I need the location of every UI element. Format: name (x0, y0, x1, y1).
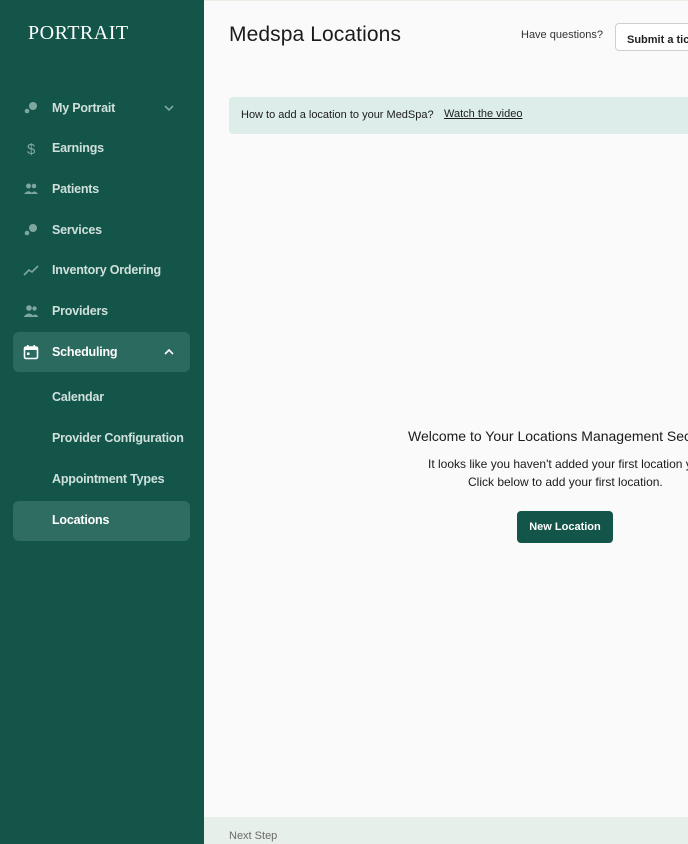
sidebar-item-label: Earnings (52, 141, 104, 155)
people-icon (23, 181, 39, 197)
chevron-up-icon[interactable] (162, 345, 176, 359)
empty-state-heading: Welcome to Your Locations Management Sec… (408, 428, 688, 444)
dollar-icon: $ (23, 140, 39, 156)
sidebar-item-inventory-ordering[interactable]: Inventory Ordering (13, 250, 190, 290)
sidebar: PORTRAIT My Portrait $ Earnings Patients… (0, 0, 204, 844)
new-location-button[interactable]: New Location (517, 511, 613, 543)
sidebar-item-label: Scheduling (52, 345, 118, 359)
molecule-icon (23, 100, 39, 116)
sidebar-item-label: Patients (52, 182, 100, 196)
video-banner: How to add a location to your MedSpa? Wa… (229, 97, 688, 134)
sidebar-item-my-portrait[interactable]: My Portrait (13, 88, 190, 128)
sidebar-subitem-calendar[interactable]: Calendar (13, 378, 190, 418)
empty-state-submessage: Click below to add your first location. (468, 475, 663, 489)
watch-video-link[interactable]: Watch the video (444, 108, 522, 120)
molecule-icon (23, 222, 39, 238)
main-content: Medspa Locations Have questions? Submit … (204, 0, 688, 844)
sidebar-item-label: Services (52, 223, 102, 237)
sidebar-item-label: My Portrait (52, 101, 116, 115)
trend-icon (23, 262, 39, 278)
sidebar-subitem-locations[interactable]: Locations (13, 501, 190, 541)
sidebar-item-services[interactable]: Services (13, 210, 190, 250)
submit-ticket-button[interactable]: Submit a ticket (615, 23, 688, 51)
chevron-down-icon[interactable] (162, 101, 176, 115)
sidebar-subitem-label: Appointment Types (52, 472, 165, 486)
brand-logo[interactable]: PORTRAIT (28, 22, 129, 45)
sidebar-item-label: Providers (52, 304, 108, 318)
banner-text: How to add a location to your MedSpa? (241, 109, 434, 121)
sidebar-item-scheduling[interactable]: Scheduling (13, 332, 190, 372)
sidebar-subitem-label: Calendar (52, 390, 104, 404)
next-step-label[interactable]: Next Step (229, 830, 277, 842)
svg-text:$: $ (27, 141, 36, 156)
footer-bar: Next Step (204, 817, 688, 844)
sidebar-subitem-appointment-types[interactable]: Appointment Types (13, 460, 190, 500)
calendar-icon (23, 344, 39, 360)
people-icon (23, 303, 39, 319)
sidebar-subitem-label: Locations (52, 513, 110, 527)
questions-label: Have questions? (521, 29, 603, 41)
sidebar-subitem-provider-configuration[interactable]: Provider Configuration (13, 419, 190, 459)
sidebar-subitem-label: Provider Configuration (52, 431, 184, 445)
page-title: Medspa Locations (229, 23, 402, 46)
sidebar-item-label: Inventory Ordering (52, 263, 161, 277)
sidebar-item-providers[interactable]: Providers (13, 291, 190, 331)
sidebar-item-earnings[interactable]: $ Earnings (13, 128, 190, 168)
sidebar-item-patients[interactable]: Patients (13, 169, 190, 209)
empty-state-message: It looks like you haven't added your fir… (428, 457, 688, 471)
